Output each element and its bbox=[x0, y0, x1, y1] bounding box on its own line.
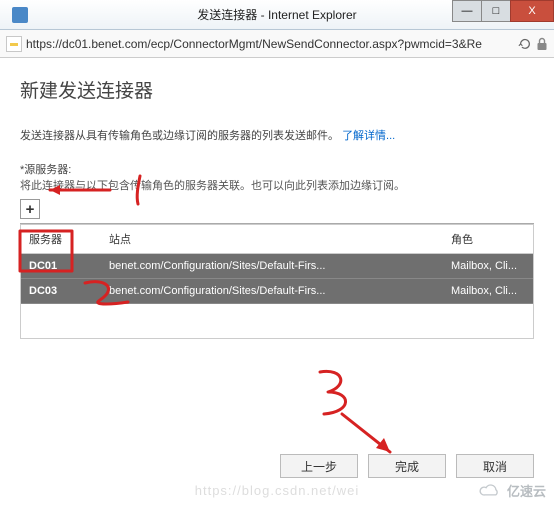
page-heading: 新建发送连接器 bbox=[20, 76, 534, 103]
page-icon bbox=[6, 36, 22, 52]
cell-server: DC03 bbox=[21, 279, 101, 304]
url-text[interactable]: https://dc01.benet.com/ecp/ConnectorMgmt… bbox=[26, 37, 514, 51]
cell-site: benet.com/Configuration/Sites/Default-Fi… bbox=[101, 254, 443, 279]
cancel-button[interactable]: 取消 bbox=[456, 454, 534, 478]
cell-role: Mailbox, Cli... bbox=[443, 279, 533, 304]
address-bar: https://dc01.benet.com/ecp/ConnectorMgmt… bbox=[0, 30, 554, 58]
maximize-button[interactable]: □ bbox=[481, 0, 511, 22]
cell-role: Mailbox, Cli... bbox=[443, 254, 533, 279]
server-grid-container: 服务器 站点 角色 DC01 benet.com/Configuration/S… bbox=[20, 224, 534, 339]
watermark-text: https://blog.csdn.net/wei bbox=[0, 483, 554, 498]
col-site[interactable]: 站点 bbox=[101, 225, 443, 254]
cloud-icon bbox=[477, 483, 503, 499]
intro-text: 发送连接器从具有传输角色或边缘订阅的服务器的列表发送邮件。 bbox=[20, 130, 339, 142]
minimize-button[interactable]: — bbox=[452, 0, 482, 22]
finish-button[interactable]: 完成 bbox=[368, 454, 446, 478]
brand-text: 亿速云 bbox=[507, 481, 546, 500]
close-button[interactable]: X bbox=[510, 0, 554, 22]
page-content: 新建发送连接器 发送连接器从具有传输角色或边缘订阅的服务器的列表发送邮件。 了解… bbox=[0, 58, 554, 339]
window-controls: — □ X bbox=[453, 0, 554, 22]
back-button[interactable]: 上一步 bbox=[280, 454, 358, 478]
wizard-footer: 上一步 完成 取消 bbox=[280, 454, 534, 478]
window-titlebar: 发送连接器 - Internet Explorer — □ X bbox=[0, 0, 554, 30]
brand-logo: 亿速云 bbox=[477, 481, 546, 500]
grid-header-row: 服务器 站点 角色 bbox=[21, 225, 533, 254]
annotation-arrow-3 bbox=[342, 414, 390, 452]
cell-site: benet.com/Configuration/Sites/Default-Fi… bbox=[101, 279, 443, 304]
learn-more-link[interactable]: 了解详情... bbox=[342, 130, 395, 142]
source-server-hint: 将此连接器与以下包含传输角色的服务器关联。也可以向此列表添加边缘订阅。 bbox=[20, 177, 534, 193]
grid-toolbar: + bbox=[20, 199, 534, 224]
lock-icon bbox=[536, 37, 548, 51]
add-button[interactable]: + bbox=[20, 199, 40, 219]
grid-row[interactable]: DC03 benet.com/Configuration/Sites/Defau… bbox=[21, 279, 533, 304]
window-favicon bbox=[12, 7, 28, 23]
grid-row[interactable]: DC01 benet.com/Configuration/Sites/Defau… bbox=[21, 254, 533, 279]
cell-server: DC01 bbox=[21, 254, 101, 279]
col-server[interactable]: 服务器 bbox=[21, 225, 101, 254]
refresh-icon[interactable] bbox=[518, 37, 532, 51]
server-grid: 服务器 站点 角色 DC01 benet.com/Configuration/S… bbox=[21, 225, 533, 304]
col-role[interactable]: 角色 bbox=[443, 225, 533, 254]
annotation-num-3 bbox=[320, 371, 346, 414]
source-server-label: *源服务器: bbox=[20, 161, 534, 177]
intro-paragraph: 发送连接器从具有传输角色或边缘订阅的服务器的列表发送邮件。 了解详情... bbox=[20, 127, 534, 143]
